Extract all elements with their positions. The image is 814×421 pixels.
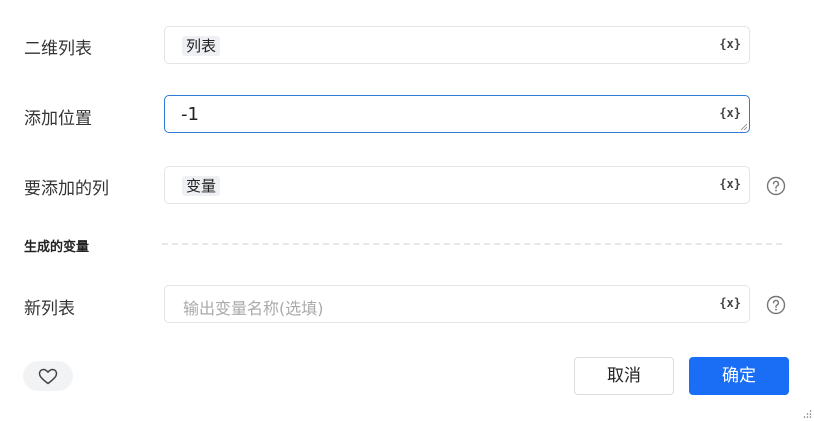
variable-chip[interactable]: 变量 — [182, 176, 221, 196]
favorite-button[interactable] — [23, 361, 73, 391]
insert-position-label: 添加位置 — [24, 109, 92, 129]
insert-position-field[interactable]: -1 {x} — [164, 95, 750, 133]
help-icon[interactable] — [766, 176, 786, 196]
new-list-field[interactable]: 输出变量名称(选填) {x} — [164, 285, 750, 323]
resize-grip-icon[interactable] — [741, 124, 747, 130]
confirm-button[interactable]: 确定 — [689, 357, 789, 395]
list-chip[interactable]: 列表 — [182, 36, 221, 56]
generated-variables-title: 生成的变量 — [24, 240, 90, 255]
variable-icon[interactable]: {x} — [719, 177, 741, 191]
column-to-add-label: 要添加的列 — [24, 179, 109, 199]
list-2d-field[interactable]: 列表 {x} — [164, 26, 750, 64]
section-divider — [162, 243, 782, 245]
heart-icon — [38, 368, 58, 385]
insert-position-value[interactable]: -1 — [181, 104, 199, 125]
variable-icon[interactable]: {x} — [719, 37, 741, 51]
list-2d-label: 二维列表 — [24, 39, 92, 59]
help-icon[interactable] — [766, 295, 786, 315]
window-resize-grip-icon[interactable] — [802, 409, 812, 419]
new-list-label: 新列表 — [24, 299, 75, 319]
variable-icon[interactable]: {x} — [719, 106, 741, 120]
new-list-placeholder[interactable]: 输出变量名称(选填) — [183, 295, 324, 319]
variable-icon[interactable]: {x} — [719, 296, 741, 310]
column-to-add-field[interactable]: 变量 {x} — [164, 166, 750, 204]
cancel-button[interactable]: 取消 — [574, 357, 674, 395]
